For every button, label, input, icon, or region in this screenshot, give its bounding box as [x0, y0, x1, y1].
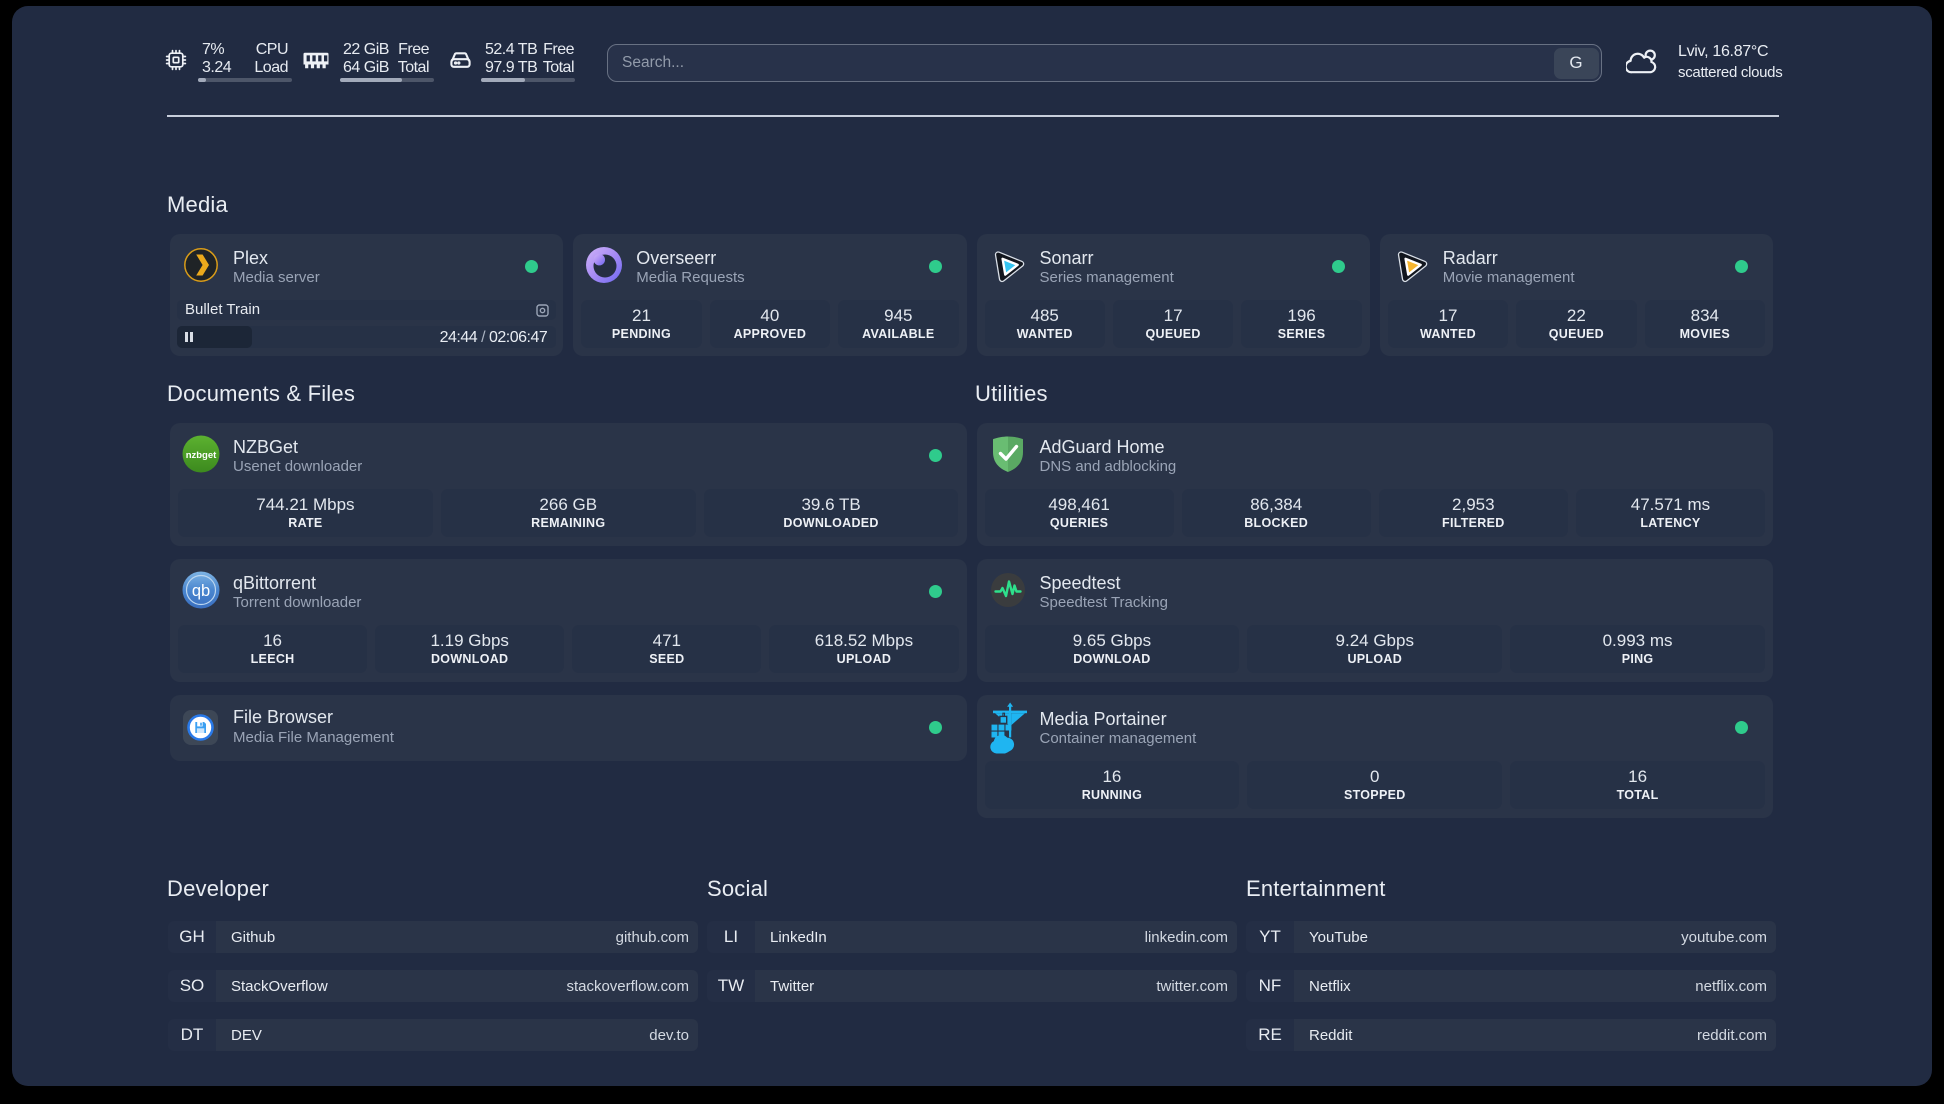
- svg-text:nzbget: nzbget: [186, 450, 217, 461]
- svg-text:qb: qb: [192, 582, 210, 600]
